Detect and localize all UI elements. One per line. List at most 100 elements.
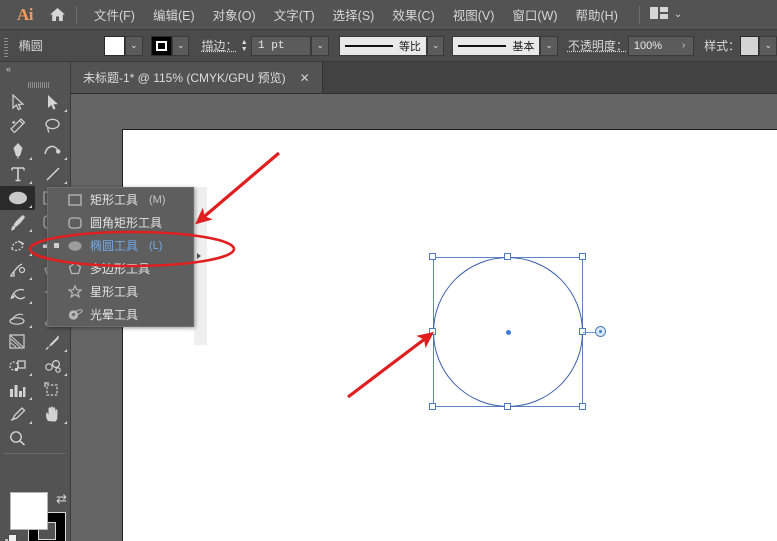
stroke-weight-field[interactable]: 1 pt xyxy=(251,36,311,56)
brush-definition-preview[interactable]: 基本 xyxy=(452,36,540,56)
flyout-item-label: 矩形工具 xyxy=(90,191,138,208)
handle-bottom-left[interactable] xyxy=(429,403,436,410)
tool-flyout-indicator xyxy=(64,109,67,112)
illustrator-window: Ai 文件(F) 编辑(E) 对象(O) 文字(T) 选择(S) 效果(C) 视… xyxy=(0,0,777,541)
flyout-item-label: 光晕工具 xyxy=(90,306,138,323)
stroke-weight-dropdown[interactable]: ⌄ xyxy=(311,36,328,56)
column-graph-tool[interactable] xyxy=(0,378,35,402)
scale-tool[interactable] xyxy=(0,258,35,282)
tool-slot-empty xyxy=(35,426,70,450)
flyout-item-ellipse-tool[interactable]: 椭圆工具 (L) xyxy=(48,234,193,257)
collapse-panel-icon[interactable]: « xyxy=(6,64,10,74)
menu-item-effect[interactable]: 效果(C) xyxy=(383,1,443,28)
selection-tool[interactable] xyxy=(0,90,35,114)
active-marker xyxy=(54,243,59,248)
menu-item-window[interactable]: 窗口(W) xyxy=(503,1,566,28)
handle-top-left[interactable] xyxy=(429,253,436,260)
zoom-tool[interactable] xyxy=(0,426,35,450)
handle-top-center[interactable] xyxy=(504,253,511,260)
selected-object-group[interactable] xyxy=(433,257,583,407)
tools-panel-grip[interactable] xyxy=(28,82,50,88)
stroke-weight-label[interactable]: 描边： xyxy=(201,37,237,54)
fill-color-control[interactable] xyxy=(10,492,48,530)
control-bar-grip[interactable] xyxy=(3,35,11,57)
brush-definition-dropdown[interactable]: ⌄ xyxy=(540,36,557,56)
blend-tool[interactable] xyxy=(0,354,35,378)
default-fill-stroke-icon[interactable] xyxy=(4,534,18,541)
flyout-item-rectangle-tool[interactable]: 矩形工具 (M) xyxy=(48,188,193,211)
opacity-field[interactable]: 100% › xyxy=(628,36,694,56)
flyout-item-polygon-tool[interactable]: 多边形工具 xyxy=(48,257,193,280)
hand-tool[interactable] xyxy=(35,402,70,426)
rounded-rectangle-icon xyxy=(66,217,83,229)
menu-item-select[interactable]: 选择(S) xyxy=(324,1,384,28)
menu-item-object[interactable]: 对象(O) xyxy=(204,1,265,28)
symbol-sprayer-tool[interactable] xyxy=(35,354,70,378)
slice-tool[interactable] xyxy=(0,402,35,426)
tools-panel-header: « xyxy=(0,62,70,76)
flyout-item-label: 圆角矩形工具 xyxy=(90,214,162,231)
tool-flyout-indicator xyxy=(64,421,67,424)
ellipse-tool[interactable] xyxy=(0,186,35,210)
flyout-item-label: 多边形工具 xyxy=(90,260,150,277)
fill-swatch-dropdown[interactable]: ⌄ xyxy=(125,36,142,56)
handle-top-right[interactable] xyxy=(579,253,586,260)
flyout-item-label: 星形工具 xyxy=(90,283,138,300)
menu-item-type[interactable]: 文字(T) xyxy=(265,1,324,28)
tool-flyout-indicator xyxy=(29,301,32,304)
home-icon[interactable] xyxy=(42,7,72,22)
stroke-profile-dropdown[interactable]: ⌄ xyxy=(427,36,444,56)
flyout-item-star-tool[interactable]: 星形工具 xyxy=(48,280,193,303)
close-icon[interactable]: ✕ xyxy=(300,72,310,84)
flyout-item-shortcut: (L) xyxy=(149,240,162,252)
eyedropper-tool[interactable] xyxy=(35,330,70,354)
stroke-profile-preview[interactable]: 等比 xyxy=(339,36,427,56)
live-shape-widget-handle[interactable] xyxy=(595,326,606,337)
stroke-profile-line xyxy=(345,45,393,47)
curvature-tool[interactable] xyxy=(35,138,70,162)
type-tool[interactable] xyxy=(0,162,35,186)
perspective-grid-tool[interactable] xyxy=(0,306,35,330)
app-logo: Ai xyxy=(8,5,42,25)
menu-item-help[interactable]: 帮助(H) xyxy=(567,1,627,28)
gradient-tool[interactable] xyxy=(0,330,35,354)
polygon-icon xyxy=(66,262,83,275)
document-tab[interactable]: 未标题-1* @ 115% (CMYK/GPU 预览) ✕ xyxy=(71,62,323,93)
flyout-item-flare-tool[interactable]: 光晕工具 xyxy=(48,303,193,326)
menu-item-edit[interactable]: 编辑(E) xyxy=(144,1,204,28)
line-segment-tool[interactable] xyxy=(35,162,70,186)
tools-divider xyxy=(4,453,66,454)
chevron-down-icon[interactable]: ⌄ xyxy=(674,9,682,20)
opacity-label[interactable]: 不透明度： xyxy=(568,37,628,54)
lasso-tool[interactable] xyxy=(35,114,70,138)
artboard-tool[interactable] xyxy=(35,378,70,402)
paintbrush-tool[interactable] xyxy=(0,210,35,234)
menu-item-view[interactable]: 视图(V) xyxy=(444,1,504,28)
menu-item-file[interactable]: 文件(F) xyxy=(85,1,144,28)
tool-flyout-indicator xyxy=(64,181,67,184)
fill-color-swatch[interactable] xyxy=(104,36,125,56)
stroke-swatch-dropdown[interactable]: ⌄ xyxy=(172,36,189,56)
opacity-flyout-arrow[interactable]: › xyxy=(682,40,685,51)
star-icon xyxy=(66,285,83,298)
free-transform-tool[interactable] xyxy=(0,282,35,306)
graphic-style-swatch[interactable] xyxy=(740,36,759,56)
flyout-tear-off-tab[interactable] xyxy=(194,187,207,345)
pen-tool[interactable] xyxy=(0,138,35,162)
flyout-item-rounded-rectangle-tool[interactable]: 圆角矩形工具 xyxy=(48,211,193,234)
magic-wand-tool[interactable] xyxy=(0,114,35,138)
stroke-profile-label: 等比 xyxy=(399,38,421,54)
handle-middle-left[interactable] xyxy=(429,328,436,335)
rectangle-icon xyxy=(66,194,83,206)
handle-bottom-right[interactable] xyxy=(579,403,586,410)
control-bar: 椭圆 ⌄ ⌄ 描边： ▲▼ 1 pt ⌄ 等比 ⌄ 基本 ⌄ 不透明度： 100… xyxy=(0,30,777,62)
stroke-weight-stepper[interactable]: ▲▼ xyxy=(238,36,252,56)
graphic-style-dropdown[interactable]: ⌄ xyxy=(759,36,776,56)
arrange-documents-icon[interactable] xyxy=(650,6,668,24)
eraser-tool[interactable] xyxy=(0,234,35,258)
center-point xyxy=(506,330,511,335)
direct-selection-tool[interactable] xyxy=(35,90,70,114)
stroke-color-swatch[interactable] xyxy=(151,36,172,56)
handle-bottom-center[interactable] xyxy=(504,403,511,410)
swap-fill-stroke-icon[interactable]: ⇄ xyxy=(56,492,67,505)
